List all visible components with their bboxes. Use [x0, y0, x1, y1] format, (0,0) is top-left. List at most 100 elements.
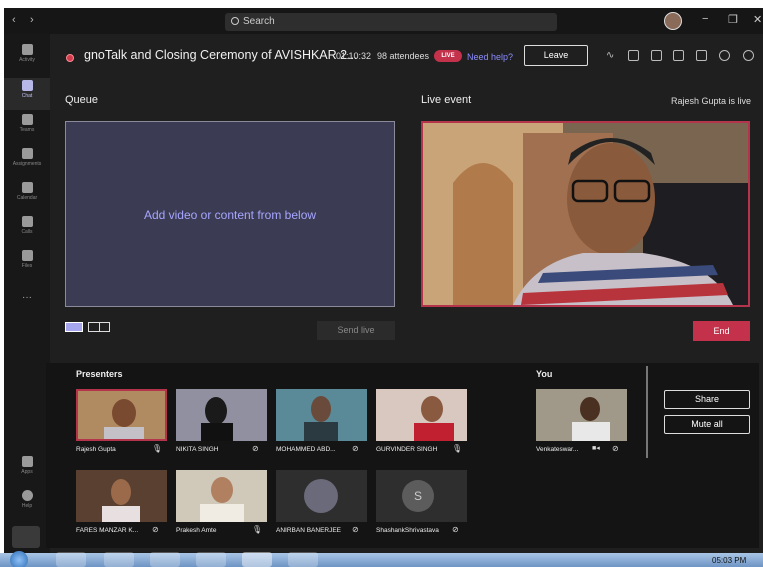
user-avatar[interactable]	[664, 12, 682, 30]
panel-divider[interactable]	[646, 366, 648, 458]
more-icon[interactable]: ···	[4, 292, 50, 303]
rail-item-activity[interactable]: Activity	[4, 44, 50, 63]
live-event-label: Live event	[421, 94, 472, 106]
leave-button[interactable]: Leave	[524, 45, 588, 66]
queue-placeholder: Add video or content from below	[143, 208, 317, 222]
attendee-count: 98 attendees	[377, 51, 430, 61]
you-tile[interactable]	[536, 389, 627, 441]
people-icon[interactable]	[696, 50, 707, 61]
presenter-tile-shashank[interactable]: S	[376, 470, 467, 522]
mic-icon: 🎙	[252, 525, 263, 534]
mic-off-icon: ⊘	[152, 525, 159, 534]
back-icon[interactable]: ‹	[12, 14, 16, 26]
apps-icon	[21, 456, 33, 467]
live-video	[421, 121, 750, 307]
presenter-name: Rajesh Gupta	[76, 446, 116, 453]
single-layout-icon[interactable]	[65, 322, 83, 332]
health-icon[interactable]: ∿	[606, 50, 617, 61]
presenter-video	[78, 391, 165, 439]
media-player-icon[interactable]	[104, 552, 134, 567]
rail-label: Teams	[19, 127, 35, 133]
device-icon[interactable]	[12, 526, 40, 548]
rail-item-assignments[interactable]: Assignments	[4, 148, 50, 167]
forward-icon[interactable]: ›	[30, 14, 34, 26]
minimize-icon[interactable]: −	[702, 13, 708, 25]
presenter-name: Prakesh Amte	[176, 527, 217, 534]
teams-icon	[21, 114, 33, 125]
chat-panel-icon[interactable]	[673, 50, 684, 61]
presenter-video	[76, 470, 167, 522]
presenter-name: FARES MANZAR K...	[76, 527, 139, 534]
self-video	[536, 389, 627, 441]
rail-item-help[interactable]: Help	[4, 490, 50, 509]
settings-icon[interactable]	[719, 50, 730, 61]
teams-taskbar-icon[interactable]	[242, 552, 272, 567]
help-icon	[21, 490, 33, 501]
presenter-video	[276, 389, 367, 441]
rail-label: Calendar	[16, 195, 38, 201]
firefox-icon[interactable]	[196, 552, 226, 567]
rail-item-calls[interactable]: Calls	[4, 216, 50, 235]
restore-icon[interactable]: ❐	[728, 13, 738, 26]
meeting-title: gnoTalk and Closing Ceremony of AVISHKAR…	[84, 48, 358, 62]
you-label: You	[536, 369, 553, 379]
presenter-tile-prakesh[interactable]	[176, 470, 267, 522]
info-icon[interactable]	[743, 50, 754, 61]
search-placeholder: Search	[243, 16, 275, 27]
presenters-label: Presenters	[76, 369, 123, 379]
presenter-video	[176, 389, 267, 441]
live-badge: LIVE	[434, 50, 462, 62]
qa-icon[interactable]	[628, 50, 639, 61]
presenter-video	[176, 470, 267, 522]
chrome-icon[interactable]	[150, 552, 180, 567]
bell-icon	[21, 44, 33, 55]
mute-all-button[interactable]: Mute all	[664, 415, 750, 434]
mic-icon: 🎙	[152, 444, 163, 453]
queue-label: Queue	[65, 94, 99, 106]
mic-off-icon[interactable]: ⊘	[612, 444, 619, 453]
share-button[interactable]: Share	[664, 390, 750, 409]
rail-item-calendar[interactable]: Calendar	[4, 182, 50, 201]
queue-drop-area[interactable]: Add video or content from below	[65, 121, 395, 307]
rail-label: Apps	[21, 469, 33, 475]
camera-icon[interactable]: ■◂	[592, 444, 600, 452]
need-help-link[interactable]: Need help?	[467, 52, 513, 62]
app-rail: Activity Chat Teams Assignments Calendar…	[4, 34, 50, 556]
rail-item-chat[interactable]: Chat	[4, 80, 50, 99]
presenter-tile-mohammed[interactable]	[276, 389, 367, 441]
search-icon	[231, 17, 239, 25]
rail-item-teams[interactable]: Teams	[4, 114, 50, 133]
presenter-tile-fares[interactable]	[76, 470, 167, 522]
rail-label: Calls	[21, 229, 33, 235]
presenter-name: ANIRBAN BANERJEE	[276, 527, 342, 534]
recording-dot-icon	[66, 54, 74, 62]
rail-item-apps[interactable]: Apps	[4, 456, 50, 475]
start-button[interactable]	[10, 551, 28, 567]
presenter-tile-anirban[interactable]	[276, 470, 367, 522]
files-icon	[21, 250, 33, 261]
end-button[interactable]: End	[693, 321, 750, 341]
presenter-video	[376, 389, 467, 441]
explorer-icon[interactable]	[56, 552, 86, 567]
word-icon[interactable]	[288, 552, 318, 567]
split-layout-icon[interactable]	[88, 322, 110, 332]
phone-icon	[21, 216, 33, 227]
mic-icon: 🎙	[452, 444, 463, 453]
presenter-tile-nikita[interactable]	[176, 389, 267, 441]
send-live-button[interactable]: Send live	[317, 321, 395, 340]
rail-label: Help	[21, 503, 33, 509]
taskbar-clock: 05:03 PM	[712, 556, 747, 565]
search-input[interactable]: Search	[225, 13, 557, 31]
presenter-avatar	[276, 470, 367, 522]
presenter-tile-rajesh[interactable]	[76, 389, 167, 441]
rail-label: Activity	[19, 57, 35, 63]
presenter-name: MOHAMMED ABD...	[276, 446, 336, 453]
close-icon[interactable]: ✕	[753, 13, 762, 26]
presenter-tile-gurvinder[interactable]	[376, 389, 467, 441]
rail-label: Assignments	[12, 161, 42, 167]
mic-off-icon: ⊘	[452, 525, 459, 534]
meeting-duration: 01:10:32	[336, 51, 372, 61]
rail-item-files[interactable]: Files	[4, 250, 50, 269]
notes-icon[interactable]	[651, 50, 662, 61]
live-status-text: Rajesh Gupta is live	[670, 96, 751, 106]
